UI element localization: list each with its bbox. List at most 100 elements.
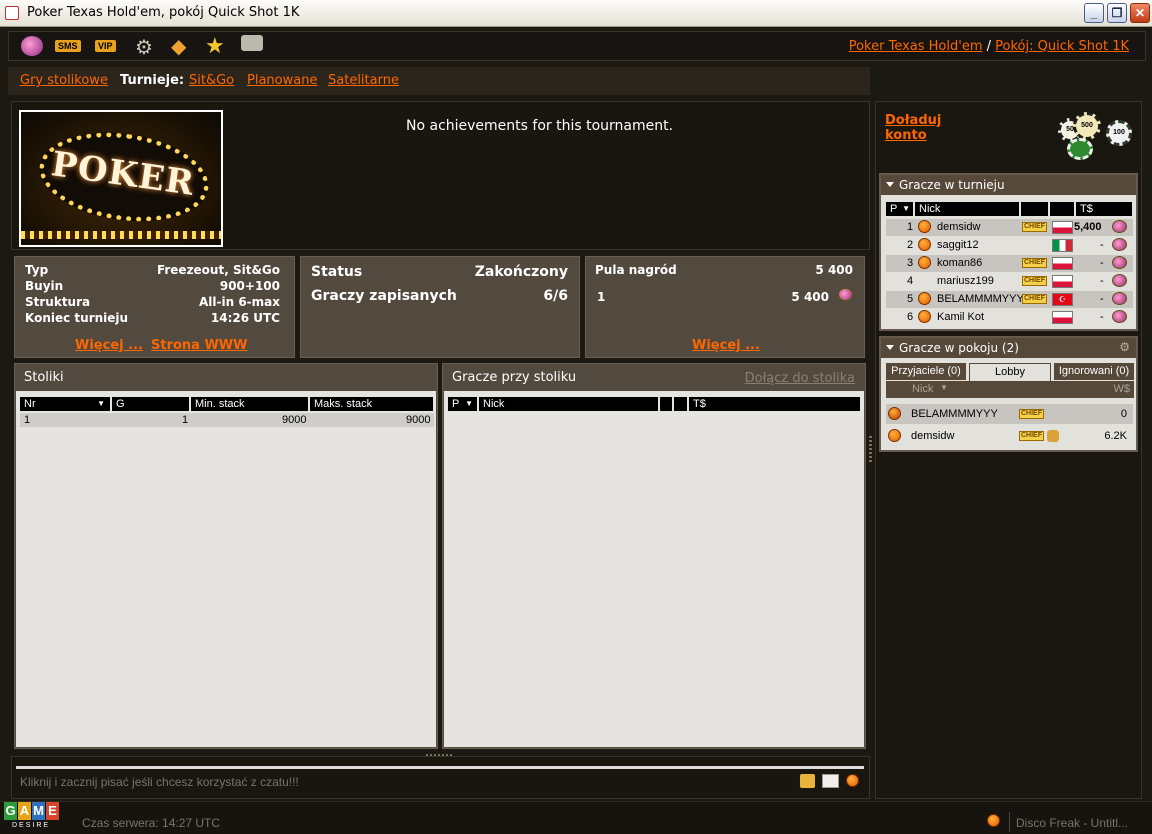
sms-icon[interactable]: SMS [55, 40, 81, 52]
tp-col-p[interactable]: P ▼ [886, 202, 914, 216]
col-min-stack[interactable]: Min. stack [191, 397, 309, 411]
chips-icon [1112, 292, 1127, 305]
recharge-account-link[interactable]: Doładuj konto [885, 113, 941, 143]
info-structure-value: All-in 6-max [199, 295, 280, 309]
window-title: Poker Texas Hold'em, pokój Quick Shot 1K [27, 5, 300, 20]
star-icon[interactable]: ★ [205, 33, 225, 58]
breadcrumb-room-link[interactable]: Pokój: Quick Shot 1K [995, 39, 1129, 54]
book-icon[interactable] [822, 774, 839, 788]
info-structure-label: Struktura [25, 295, 91, 309]
diamond-icon[interactable]: ◆ [171, 34, 186, 58]
close-button[interactable]: ✕ [1130, 3, 1150, 23]
tournament-player-row[interactable]: 6 Kamil Kot - [886, 309, 1133, 326]
app-icon [5, 6, 19, 20]
room-list-header: Nick ▼ W$ [886, 381, 1134, 398]
tournament-player-row[interactable]: 1 demsidw CHIEF 5,400 [886, 219, 1133, 236]
status-bar: G A M E DESIRE Czas serwera: 14:27 UTC D… [0, 801, 1152, 834]
room-col-money[interactable]: W$ [1114, 383, 1131, 395]
col-g[interactable]: G [112, 397, 190, 411]
nav-table-games[interactable]: Gry stolikowe [20, 73, 108, 88]
chips-icon [1112, 220, 1127, 233]
tournament-nav: Gry stolikowe Turnieje: Sit&Go Planowane… [8, 67, 870, 95]
info-type-label: Typ [25, 263, 49, 277]
tournament-info-panel: Typ Freezeout, Sit&Go Buyin 900+100 Stru… [14, 256, 295, 358]
col-p[interactable]: P ▼ [448, 397, 478, 411]
prize-pool-label: Pula nagród [595, 263, 677, 277]
chief-badge: CHIEF [1022, 222, 1047, 232]
gear-icon[interactable]: ⚙ [135, 35, 153, 59]
tables-title: Stoliki [24, 370, 64, 385]
chips-icon [1112, 238, 1127, 251]
moneybag-icon [1047, 430, 1059, 442]
join-table-link[interactable]: Dołącz do stolika [745, 371, 855, 386]
emoticon-icon[interactable] [846, 774, 859, 787]
room-players-title: Gracze w pokoju (2) [899, 341, 1019, 355]
vertical-splitter-handle[interactable] [869, 436, 872, 464]
col-blank-2[interactable] [674, 397, 688, 411]
info-buyin-label: Buyin [25, 279, 64, 293]
chat-input[interactable]: Kliknij i zacznij pisać jeśli chcesz kor… [16, 766, 864, 796]
breadcrumb: Poker Texas Hold'em / Pokój: Quick Shot … [849, 39, 1129, 54]
col-blank-1[interactable] [660, 397, 673, 411]
info-end-value: 14:26 UTC [210, 311, 280, 325]
tournament-player-row[interactable]: 4 mariusz199 CHIEF - [886, 273, 1133, 290]
room-player-row[interactable]: BELAMMMMYYY CHIEF 0 [886, 404, 1133, 424]
avatar [918, 220, 931, 233]
window-titlebar: Poker Texas Hold'em, pokój Quick Shot 1K… [0, 0, 1152, 27]
folder-icon[interactable] [800, 774, 815, 788]
nav-satellite[interactable]: Satelitarne [328, 73, 399, 88]
toolbar: SMS VIP ⚙ ◆ ★ Poker Texas Hold'em / Pokó… [8, 31, 1146, 61]
camera-icon[interactable] [241, 35, 263, 51]
room-player-row[interactable]: demsidw CHIEF 6.2K [886, 426, 1133, 446]
chief-badge: CHIEF [1022, 258, 1047, 268]
tournament-players-title: Gracze w turnieju [899, 178, 1005, 192]
tab-friends[interactable]: Przyjaciele (0) [886, 363, 966, 380]
tab-ignored[interactable]: Ignorowani (0) [1054, 363, 1134, 380]
room-players-panel: Gracze w pokoju (2) ⚙ Przyjaciele (0) Lo… [879, 336, 1138, 452]
col-nr[interactable]: Nr ▼ [20, 397, 111, 411]
tables-panel: Stoliki Nr ▼ G Min. stack Maks. stack 1 1… [14, 363, 438, 749]
col-tmoney[interactable]: T$ [689, 397, 861, 411]
tp-col-nick[interactable]: Nick [915, 202, 1020, 216]
flag-pl [1052, 275, 1073, 288]
col-nick[interactable]: Nick [479, 397, 659, 411]
table-row[interactable]: 1 1 9000 9000 [20, 413, 434, 427]
avatar [918, 256, 931, 269]
tab-lobby[interactable]: Lobby [969, 363, 1051, 381]
breadcrumb-separator: / [986, 39, 992, 54]
room-players-header[interactable]: Gracze w pokoju (2) ⚙ [881, 338, 1136, 358]
nav-sitgo[interactable]: Sit&Go [189, 73, 234, 88]
flag-tr: ☪ [1052, 293, 1073, 306]
nav-tournaments-label: Turnieje: [120, 73, 185, 88]
col-max-stack[interactable]: Maks. stack [310, 397, 434, 411]
server-time: Czas serwera: 14:27 UTC [82, 816, 221, 830]
now-playing[interactable]: Disco Freak - Untitl... [1016, 816, 1128, 830]
flag-pl [1052, 257, 1073, 270]
tp-col-tmoney[interactable]: T$ [1076, 202, 1133, 216]
breadcrumb-game-link[interactable]: Poker Texas Hold'em [849, 39, 983, 54]
room-col-nick[interactable]: Nick [912, 383, 933, 395]
tournament-player-row[interactable]: 5 BELAMMMMYYY CHIEF ☪ - [886, 291, 1133, 308]
nav-planned[interactable]: Planowane [247, 73, 317, 88]
chief-badge: CHIEF [1019, 409, 1044, 419]
music-icon[interactable] [987, 814, 1000, 827]
info-buyin-value: 900+100 [219, 279, 280, 293]
tournament-player-row[interactable]: 3 koman86 CHIEF - [886, 255, 1133, 272]
table-g: 1 [182, 414, 189, 426]
no-achievements-text: No achievements for this tournament. [406, 118, 674, 134]
tournament-players-header[interactable]: Gracze w turnieju [881, 175, 1136, 195]
chips-icon [838, 288, 853, 301]
chat-bar: Kliknij i zacznij pisać jeśli chcesz kor… [11, 756, 870, 799]
tournament-player-row[interactable]: 2 saggit12 - [886, 237, 1133, 254]
more-info-link[interactable]: Więcej ... [75, 338, 143, 353]
maximize-button[interactable]: ❐ [1107, 3, 1127, 23]
tp-col-blank-2[interactable] [1050, 202, 1075, 216]
minimize-button[interactable]: _ [1084, 3, 1104, 23]
chief-badge: CHIEF [1019, 431, 1044, 441]
avatar [918, 310, 931, 323]
chips-icon[interactable] [21, 36, 43, 56]
vip-icon[interactable]: VIP [95, 40, 116, 52]
prize-more-link[interactable]: Więcej ... [692, 338, 760, 353]
tp-col-blank-1[interactable] [1021, 202, 1049, 216]
www-link[interactable]: Strona WWW [151, 338, 248, 353]
